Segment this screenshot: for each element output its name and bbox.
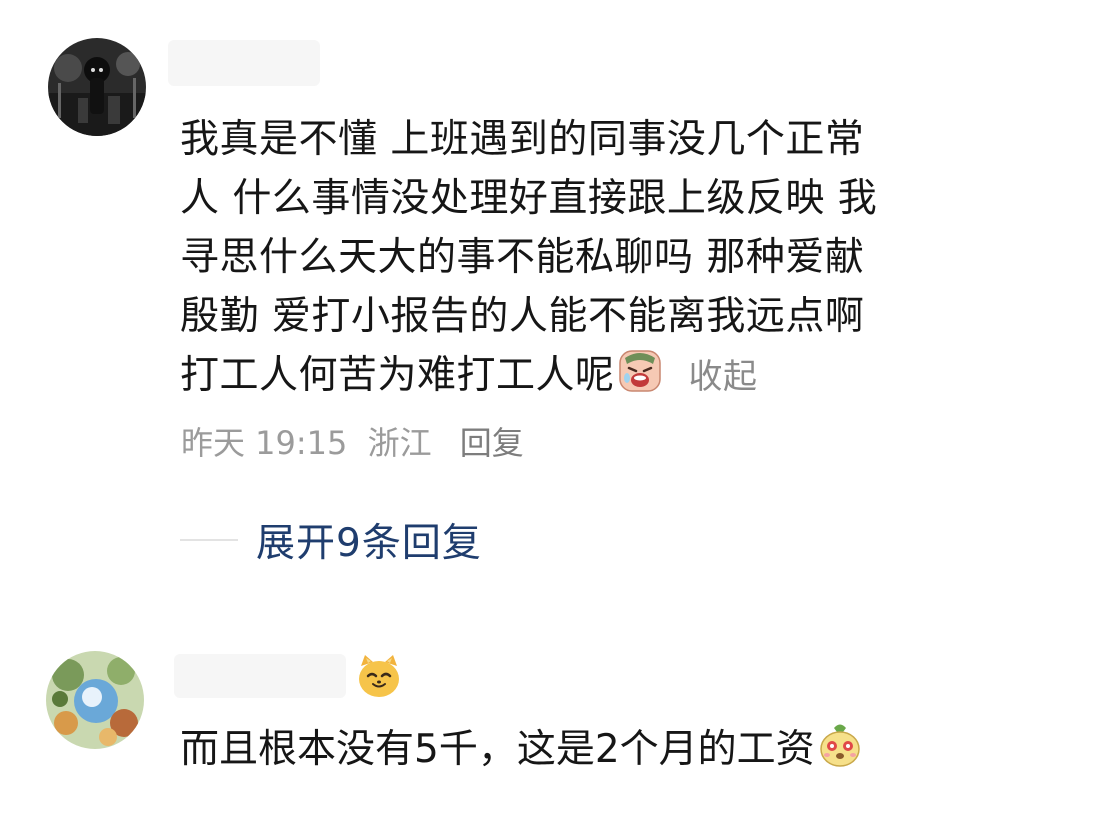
comment-last-line: 打工人何苦为难打工人呢 收起 [180, 346, 950, 407]
dog-face-emoji [819, 724, 860, 767]
expand-replies-link[interactable]: 展开9条回复 [256, 512, 482, 568]
username-redacted [168, 40, 320, 86]
expand-replies-row[interactable]: 展开9条回复 [180, 510, 482, 570]
comment-meta: 昨天 19:15 浙江 回复 [181, 418, 534, 464]
comment-line: 寻思什么天大的事不能私聊吗 那种爱献 [180, 235, 865, 280]
comment-line: 殷勤 爱打小报告的人能不能离我远点啊 [180, 294, 865, 339]
reply-button[interactable]: 回复 [460, 424, 524, 462]
divider [180, 539, 238, 541]
avatar[interactable] [48, 38, 146, 136]
comment-body: 而且根本没有5千，这是2个月的工资 [180, 720, 863, 780]
comment-line: 打工人何苦为难打工人呢 [180, 353, 615, 398]
comment-line: 人 什么事情没处理好直接跟上级反映 我 [180, 176, 878, 221]
comment-location: 浙江 [367, 424, 432, 462]
comment-line: 而且根本没有5千，这是2个月的工资 [180, 727, 815, 772]
comment-time: 昨天 19:15 [181, 424, 348, 462]
username-redacted [174, 654, 346, 698]
avatar[interactable] [46, 651, 144, 749]
crying-face-emoji [618, 350, 661, 392]
collapse-link[interactable]: 收起 [689, 357, 758, 397]
cat-face-emoji [359, 655, 399, 697]
comment-body: 我真是不懂 上班遇到的同事没几个正常 人 什么事情没处理好直接跟上级反映 我 寻… [180, 110, 950, 407]
comment-line: 我真是不懂 上班遇到的同事没几个正常 [180, 117, 865, 162]
comment-thread: 我真是不懂 上班遇到的同事没几个正常 人 什么事情没处理好直接跟上级反映 我 寻… [0, 0, 1120, 840]
